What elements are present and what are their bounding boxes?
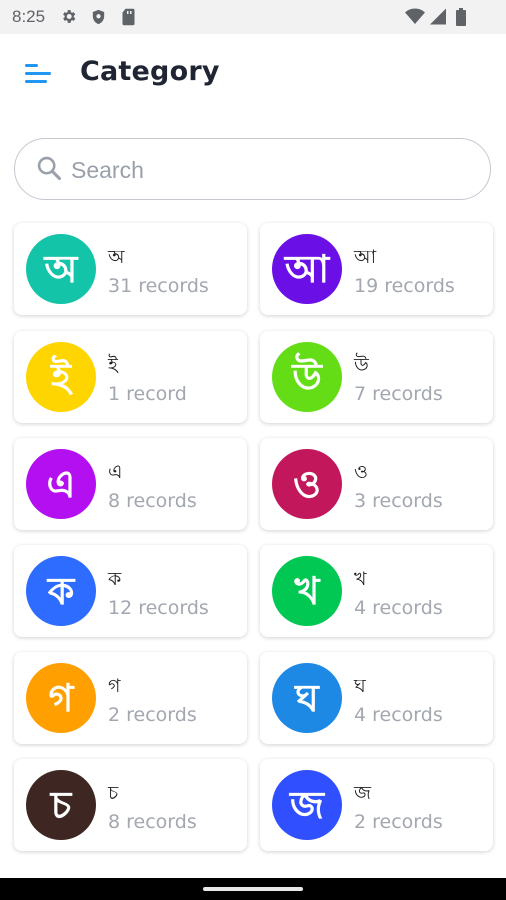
category-avatar: ঘ <box>272 663 342 733</box>
gear-icon <box>60 8 77 29</box>
category-record-count: 31 records <box>108 275 209 297</box>
category-record-count: 4 records <box>354 597 443 619</box>
category-card[interactable]: ঘ ঘ 4 records <box>260 652 493 744</box>
category-avatar: এ <box>26 449 96 519</box>
sd-card-icon <box>121 8 136 30</box>
category-name: এ <box>108 461 123 483</box>
search-bar[interactable] <box>14 138 491 200</box>
category-card[interactable]: উ উ 7 records <box>260 331 493 423</box>
category-avatar: অ <box>26 234 96 304</box>
category-card[interactable]: অ অ 31 records <box>14 223 247 315</box>
category-record-count: 8 records <box>108 811 197 833</box>
category-name: চ <box>108 782 119 804</box>
category-card[interactable]: জ জ 2 records <box>260 759 493 851</box>
wifi-icon <box>405 8 425 29</box>
category-avatar: গ <box>26 663 96 733</box>
category-card[interactable]: আ আ 19 records <box>260 223 493 315</box>
category-record-count: 8 records <box>108 490 197 512</box>
app-bar: Category <box>0 34 506 118</box>
category-avatar: ক <box>26 556 96 626</box>
home-gesture-handle[interactable] <box>203 887 303 891</box>
category-name: অ <box>108 246 125 268</box>
navigation-bar <box>0 878 506 900</box>
category-card[interactable]: ক ক 12 records <box>14 545 247 637</box>
category-name: ক <box>108 568 122 590</box>
category-record-count: 4 records <box>354 704 443 726</box>
category-name: ও <box>354 461 368 483</box>
category-name: আ <box>354 246 377 268</box>
category-name: উ <box>354 354 369 376</box>
category-card[interactable]: এ এ 8 records <box>14 438 247 530</box>
search-input[interactable] <box>69 151 473 189</box>
category-record-count: 7 records <box>354 383 443 405</box>
status-bar: 8:25 <box>0 0 506 34</box>
category-avatar: ও <box>272 449 342 519</box>
category-avatar: আ <box>272 234 342 304</box>
category-name: গ <box>108 675 121 697</box>
category-name: ঘ <box>354 675 366 697</box>
category-record-count: 19 records <box>354 275 455 297</box>
category-avatar: খ <box>272 556 342 626</box>
category-name: ই <box>108 354 118 376</box>
category-record-count: 2 records <box>354 811 443 833</box>
menu-icon <box>25 64 51 83</box>
category-avatar: চ <box>26 770 96 840</box>
shield-icon <box>90 8 107 30</box>
signal-icon <box>430 8 446 29</box>
menu-button[interactable] <box>22 60 56 90</box>
category-avatar: ই <box>26 342 96 412</box>
category-card[interactable]: চ চ 8 records <box>14 759 247 851</box>
category-name: খ <box>354 568 367 590</box>
category-card[interactable]: ই ই 1 record <box>14 331 247 423</box>
category-name: জ <box>354 782 371 804</box>
category-record-count: 3 records <box>354 490 443 512</box>
search-icon <box>35 154 63 186</box>
category-avatar: জ <box>272 770 342 840</box>
category-avatar: উ <box>272 342 342 412</box>
battery-icon <box>456 8 466 30</box>
status-time: 8:25 <box>12 7 46 26</box>
category-record-count: 12 records <box>108 597 209 619</box>
category-record-count: 2 records <box>108 704 197 726</box>
category-card[interactable]: ও ও 3 records <box>260 438 493 530</box>
category-record-count: 1 record <box>108 383 187 405</box>
page-title: Category <box>80 56 220 87</box>
category-card[interactable]: গ গ 2 records <box>14 652 247 744</box>
category-card[interactable]: খ খ 4 records <box>260 545 493 637</box>
